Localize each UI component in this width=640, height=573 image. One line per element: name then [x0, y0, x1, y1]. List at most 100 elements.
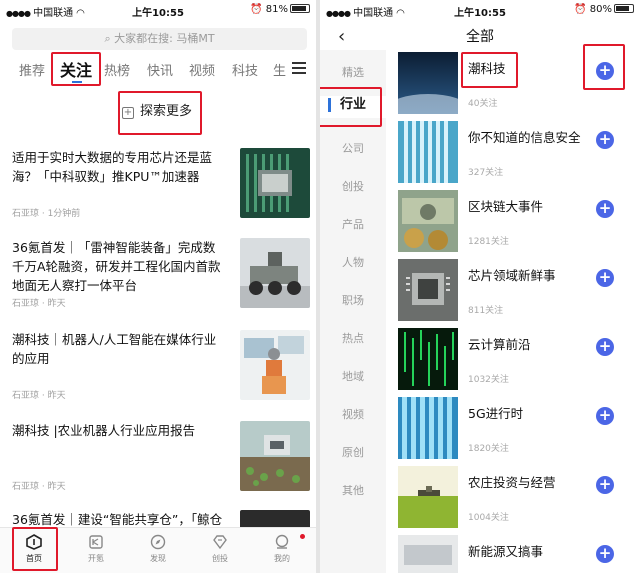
add-topic-button[interactable]: + — [596, 200, 614, 218]
topic-name: 农庄投资与经营 — [468, 475, 556, 490]
topic-image — [398, 535, 458, 573]
topic-item[interactable]: 新能源又搞事 + — [398, 535, 632, 573]
battery-percent: 80% — [589, 4, 612, 15]
article-meta: 石亚琼 · 昨天 — [12, 482, 66, 492]
nav-profile-label: 我的 — [274, 554, 290, 563]
nav-profile[interactable]: 我的 — [262, 534, 302, 564]
tab-hot-list[interactable]: 热榜 — [104, 60, 130, 79]
diamond-icon — [213, 535, 227, 550]
article-thumbnail — [240, 148, 310, 218]
article-meta: 石亚琼 · 1分钟前 — [12, 209, 81, 219]
topic-follow-count: 40关注 — [468, 99, 498, 109]
add-topic-button[interactable]: + — [596, 476, 614, 494]
topic-image — [398, 259, 458, 321]
tab-life[interactable]: 生 — [273, 60, 286, 79]
add-topic-button[interactable]: + — [596, 131, 614, 149]
article-title: 适用于实时大数据的专用芯片还是蓝海？「中科驭数」推KPU™加速器 — [12, 150, 213, 184]
tab-newsflash[interactable]: 快讯 — [147, 60, 173, 79]
tab-tech[interactable]: 科技 — [232, 60, 258, 79]
battery-percent: 81% — [265, 4, 288, 15]
nav-venture-label: 创投 — [212, 554, 228, 563]
topic-follow-count: 327关注 — [468, 168, 504, 178]
topic-name: 芯片领域新鲜事 — [468, 268, 556, 283]
article-item[interactable]: 潮科技｜机器人/人工智能在媒体行业的应用 石亚琼 · 昨天 — [12, 330, 310, 402]
category-venture[interactable]: 创投 — [320, 178, 386, 196]
topic-name: 区块链大事件 — [468, 199, 544, 214]
category-hot[interactable]: 热点 — [320, 330, 386, 348]
highlight-box-topic-name — [461, 52, 518, 88]
topic-item[interactable]: 农庄投资与经营 1004关注 + — [398, 466, 632, 528]
channel-tabs: 推荐 关注 热榜 快讯 视频 科技 生 — [0, 54, 316, 84]
category-people[interactable]: 人物 — [320, 254, 386, 272]
topic-name: 你不知道的信息安全 — [468, 130, 581, 145]
category-other[interactable]: 其他 — [320, 482, 386, 500]
topic-name: 新能源又搞事 — [468, 544, 544, 559]
search-icon: ⌕ — [104, 32, 111, 45]
topic-follow-count: 1820关注 — [468, 444, 509, 454]
tab-recommend[interactable]: 推荐 — [19, 60, 45, 79]
topic-item[interactable]: 你不知道的信息安全 327关注 + — [398, 121, 632, 183]
article-meta: 石亚琼 · 昨天 — [12, 299, 66, 309]
highlight-box-industry — [320, 87, 382, 127]
topic-name: 云计算前沿 — [468, 337, 531, 352]
notification-dot — [300, 534, 305, 539]
highlight-box-explore — [118, 91, 202, 135]
search-placeholder: 大家都在搜: 马桶MT — [114, 32, 215, 45]
search-bar[interactable]: ⌕ 大家都在搜: 马桶MT — [12, 28, 307, 50]
article-item[interactable]: 36氪首发｜「雷神智能装备」完成数千万A轮融资，研发并工程化国内首款地面无人察打… — [12, 238, 310, 312]
category-video[interactable]: 视频 — [320, 406, 386, 424]
article-item[interactable]: 适用于实时大数据的专用芯片还是蓝海？「中科驭数」推KPU™加速器 石亚琼 · 1… — [12, 148, 310, 220]
article-thumbnail — [240, 421, 310, 491]
article-title: 潮科技｜机器人/人工智能在媒体行业的应用 — [12, 332, 217, 366]
category-featured[interactable]: 精选 — [320, 64, 386, 82]
page-title: 全部 — [466, 29, 494, 45]
category-company[interactable]: 公司 — [320, 140, 386, 158]
topic-item[interactable]: 芯片领域新鲜事 811关注 + — [398, 259, 632, 321]
nav-kaike[interactable]: 开氪 — [76, 534, 116, 564]
category-workplace[interactable]: 职场 — [320, 292, 386, 310]
add-topic-button[interactable]: + — [596, 338, 614, 356]
highlight-box-follow-tab — [51, 52, 101, 86]
topic-follow-count: 1281关注 — [468, 237, 509, 247]
topic-item[interactable]: 云计算前沿 1032关注 + — [398, 328, 632, 390]
alarm-icon: ⏰ — [574, 4, 587, 15]
topic-item[interactable]: 5G进行时 1820关注 + — [398, 397, 632, 459]
tab-video[interactable]: 视频 — [189, 60, 215, 79]
article-meta: 石亚琼 · 昨天 — [12, 391, 66, 401]
topic-image — [398, 52, 458, 114]
topic-image — [398, 328, 458, 390]
article-title: 36氪首发｜「雷神智能装备」完成数千万A轮融资，研发并工程化国内首款地面无人察打… — [12, 240, 221, 293]
add-topic-button[interactable]: + — [596, 407, 614, 425]
highlight-box-home-tab — [12, 527, 58, 571]
category-region[interactable]: 地域 — [320, 368, 386, 386]
nav-discover[interactable]: 发现 — [138, 534, 178, 564]
topic-image — [398, 121, 458, 183]
article-thumbnail — [240, 330, 310, 400]
menu-icon[interactable] — [292, 62, 306, 74]
status-bar: ●●●● 中国联通 ◠ 上午10:55 ⏰ 81% — [0, 0, 316, 20]
topics-screen: ●●●● 中国联通 ◠ 上午10:55 ⏰ 80% ‹ 全部 精选 行业 公司 创… — [320, 0, 640, 573]
add-topic-button[interactable]: + — [596, 545, 614, 563]
add-topic-button[interactable]: + — [596, 269, 614, 287]
topic-item[interactable]: 区块链大事件 1281关注 + — [398, 190, 632, 252]
compass-icon — [150, 534, 166, 550]
article-title: 潮科技 |农业机器人行业应用报告 — [12, 423, 196, 438]
article-thumbnail — [240, 238, 310, 308]
nav-venture[interactable]: 创投 — [200, 534, 240, 564]
topic-follow-count: 1004关注 — [468, 513, 509, 523]
topic-follow-count: 811关注 — [468, 306, 504, 316]
category-product[interactable]: 产品 — [320, 216, 386, 234]
category-original[interactable]: 原创 — [320, 444, 386, 462]
nav-kaike-label: 开氪 — [88, 554, 104, 563]
book-icon — [89, 535, 103, 549]
battery-icon — [290, 4, 310, 13]
topic-image — [398, 397, 458, 459]
topic-image — [398, 190, 458, 252]
category-sidebar: 精选 行业 公司 创投 产品 人物 职场 热点 地域 视频 原创 其他 — [320, 50, 386, 573]
battery-icon — [614, 4, 634, 13]
status-bar: ●●●● 中国联通 ◠ 上午10:55 ⏰ 80% — [320, 0, 640, 20]
topic-image — [398, 466, 458, 528]
highlight-box-add-button — [583, 44, 625, 90]
article-item[interactable]: 潮科技 |农业机器人行业应用报告 石亚琼 · 昨天 — [12, 421, 310, 493]
alarm-icon: ⏰ — [250, 4, 263, 15]
